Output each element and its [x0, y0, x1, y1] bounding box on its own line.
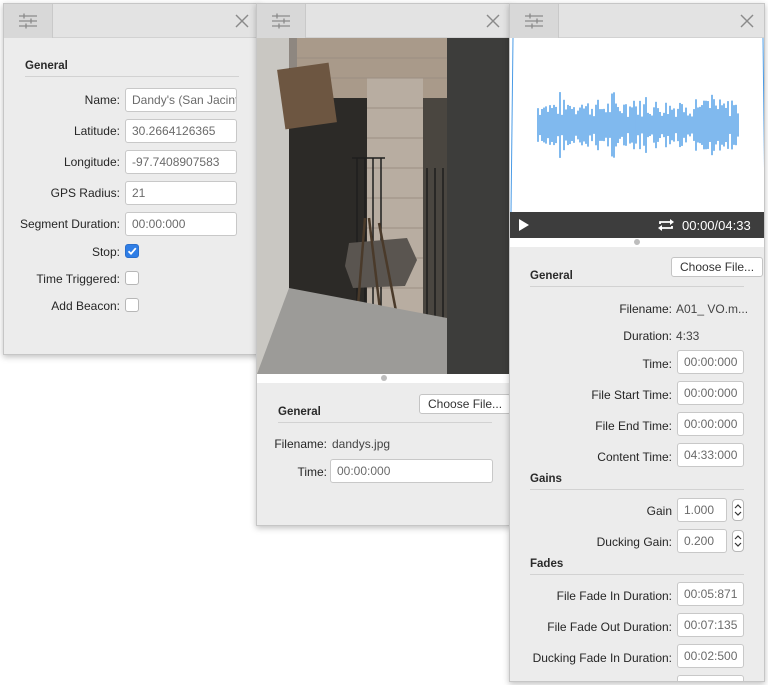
ducking-fade-in-field[interactable]: 00:02:500 [677, 644, 744, 668]
content-time-field[interactable]: 04:33:000 [677, 443, 744, 467]
audio-properties-panel: 00:00/04:33 Choose File... General Filen… [509, 3, 765, 682]
stepper-arrows-icon [734, 504, 742, 516]
stop-checkbox[interactable] [125, 244, 139, 258]
gps-radius-label: GPS Radius: [50, 186, 120, 200]
play-icon[interactable] [518, 219, 530, 234]
longitude-label: Longitude: [63, 155, 120, 169]
file-fade-in-label: File Fade In Duration: [556, 589, 672, 603]
waveform-view[interactable] [510, 37, 764, 213]
time-field[interactable]: 00:00:000 [330, 459, 493, 483]
tab-settings[interactable] [4, 4, 53, 38]
file-start-time-field[interactable]: 00:00:000 [677, 381, 744, 405]
location-properties-panel: General Name: Dandy's (San Jacinto) Lati… [3, 3, 260, 355]
close-icon[interactable] [738, 12, 756, 30]
file-fade-out-field[interactable]: 00:07:135 [677, 613, 744, 637]
panel-tab-bar [257, 4, 510, 38]
checkmark-icon [127, 247, 137, 256]
sliders-icon [525, 13, 543, 29]
longitude-field[interactable]: -97.7408907583 [125, 150, 237, 174]
content-time-label: Content Time: [597, 450, 672, 464]
sliders-icon [272, 13, 290, 29]
latitude-label: Latitude: [73, 124, 120, 138]
sliders-icon [19, 13, 37, 29]
add-beacon-label: Add Beacon: [51, 299, 120, 313]
file-end-time-field[interactable]: 00:00:000 [677, 412, 744, 436]
tab-settings[interactable] [257, 4, 306, 38]
time-field[interactable]: 00:00:000 [677, 350, 744, 374]
ducking-gain-label: Ducking Gain: [596, 535, 672, 549]
image-properties-panel: Choose File... General Filename: dandys.… [256, 3, 511, 526]
section-title-gains: Gains [530, 473, 744, 490]
audio-player-bar: 00:00/04:33 [510, 212, 764, 238]
add-beacon-checkbox[interactable] [125, 298, 139, 312]
image-preview [257, 38, 510, 374]
gain-stepper[interactable] [732, 499, 744, 521]
filename-label: Filename: [619, 302, 672, 316]
name-field[interactable]: Dandy's (San Jacinto) [125, 88, 237, 112]
time-triggered-label: Time Triggered: [36, 272, 120, 286]
gain-field[interactable]: 1.000 [677, 498, 727, 522]
duration-value: 4:33 [676, 329, 700, 343]
panel-tab-bar [510, 4, 764, 38]
segment-duration-label: Segment Duration: [19, 217, 120, 231]
panel-tab-bar [4, 4, 259, 38]
filename-value: A01_ VO.m... [676, 302, 749, 316]
next-field-partial[interactable] [677, 675, 744, 681]
duration-label: Duration: [623, 329, 672, 343]
stepper-arrows-icon [734, 535, 742, 547]
section-title-general: General [530, 270, 744, 287]
stop-label: Stop: [91, 245, 120, 259]
player-time: 00:00/04:33 [682, 218, 751, 233]
split-handle[interactable] [510, 238, 764, 247]
name-label: Name: [84, 93, 120, 107]
section-title-general: General [25, 60, 239, 77]
section-title-fades: Fades [530, 558, 744, 575]
gain-label: Gain [646, 504, 672, 518]
filename-label: Filename: [274, 437, 327, 451]
latitude-field[interactable]: 30.2664126365 [125, 119, 237, 143]
time-label: Time: [642, 357, 672, 371]
loop-icon[interactable] [657, 218, 675, 235]
gps-radius-field[interactable]: 21 [125, 181, 237, 205]
close-icon[interactable] [484, 12, 502, 30]
split-handle[interactable] [257, 374, 510, 383]
filename-value: dandys.jpg [332, 437, 391, 451]
ducking-gain-stepper[interactable] [732, 530, 744, 552]
file-fade-out-label: File Fade Out Duration: [547, 620, 672, 634]
file-end-time-label: File End Time: [595, 419, 672, 433]
file-fade-in-field[interactable]: 00:05:871 [677, 582, 744, 606]
ducking-fade-in-label: Ducking Fade In Duration: [532, 651, 672, 665]
close-icon[interactable] [233, 12, 251, 30]
tab-settings[interactable] [510, 4, 559, 38]
section-title-general: General [278, 406, 492, 423]
time-label: Time: [297, 465, 327, 479]
file-start-time-label: File Start Time: [591, 388, 672, 402]
segment-duration-field[interactable]: 00:00:000 [125, 212, 237, 236]
time-triggered-checkbox[interactable] [125, 271, 139, 285]
ducking-gain-field[interactable]: 0.200 [677, 529, 727, 553]
